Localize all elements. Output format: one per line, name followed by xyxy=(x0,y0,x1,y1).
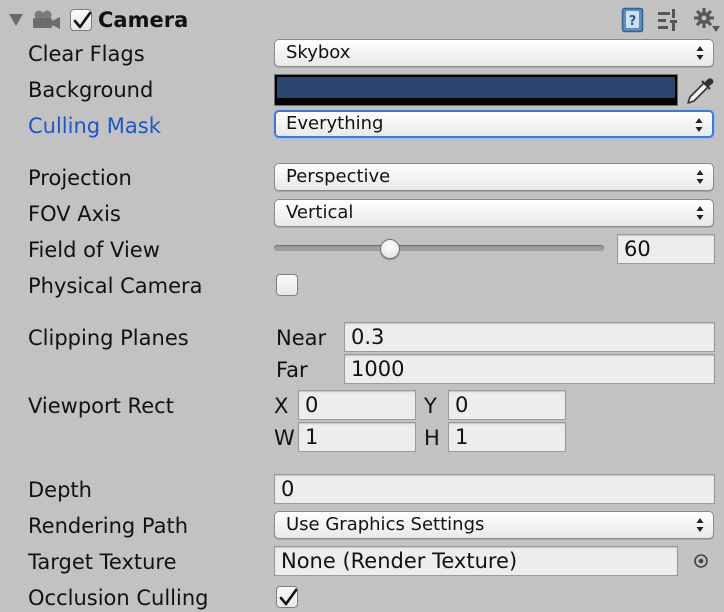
depth-input[interactable]: 0 xyxy=(274,474,715,504)
dropdown-arrows-icon xyxy=(696,206,704,220)
rendering-path-dropdown[interactable]: Use Graphics Settings xyxy=(274,511,714,539)
help-book-icon[interactable]: ? xyxy=(621,7,645,33)
viewport-y-value: 0 xyxy=(455,393,469,417)
target-texture-value: None (Render Texture) xyxy=(281,549,518,573)
background-color-field[interactable] xyxy=(274,74,678,106)
background-color-swatch xyxy=(277,77,675,98)
culling-mask-label: Culling Mask xyxy=(28,114,161,138)
viewport-rect-label: Viewport Rect xyxy=(28,394,174,418)
viewport-y-label: Y xyxy=(424,394,437,418)
far-clip-input[interactable]: 1000 xyxy=(344,354,715,384)
viewport-h-label: H xyxy=(424,426,440,450)
far-clip-value: 1000 xyxy=(351,357,405,381)
component-title: Camera xyxy=(98,8,189,32)
depth-label: Depth xyxy=(28,478,92,502)
fov-axis-label: FOV Axis xyxy=(28,202,121,226)
projection-label: Projection xyxy=(28,166,132,190)
fov-axis-value: Vertical xyxy=(286,202,354,223)
fov-axis-dropdown[interactable]: Vertical xyxy=(274,199,714,227)
svg-text:?: ? xyxy=(629,14,637,29)
clear-flags-value: Skybox xyxy=(286,42,351,63)
field-of-view-slider-track[interactable] xyxy=(274,245,604,251)
viewport-w-label: W xyxy=(274,426,295,450)
culling-mask-value: Everything xyxy=(286,113,384,134)
clear-flags-label: Clear Flags xyxy=(28,42,145,66)
physical-camera-label: Physical Camera xyxy=(28,274,203,298)
near-clip-value: 0.3 xyxy=(351,325,385,349)
physical-camera-checkbox[interactable] xyxy=(276,274,298,296)
viewport-w-input[interactable]: 1 xyxy=(298,422,416,452)
rendering-path-value: Use Graphics Settings xyxy=(286,514,485,535)
viewport-y-input[interactable]: 0 xyxy=(448,390,566,420)
checkmark-icon xyxy=(73,11,92,29)
far-label: Far xyxy=(276,358,308,382)
settings-gear-icon[interactable] xyxy=(693,7,721,33)
dropdown-arrows-icon xyxy=(696,518,704,532)
foldout-arrow-icon[interactable] xyxy=(8,12,24,28)
target-texture-label: Target Texture xyxy=(28,550,177,574)
object-picker-icon[interactable] xyxy=(693,553,709,569)
field-of-view-label: Field of View xyxy=(28,238,160,262)
field-of-view-slider-thumb[interactable] xyxy=(379,239,400,259)
near-clip-input[interactable]: 0.3 xyxy=(344,322,715,352)
culling-mask-dropdown[interactable]: Everything xyxy=(274,110,714,138)
viewport-x-input[interactable]: 0 xyxy=(298,390,416,420)
projection-value: Perspective xyxy=(286,166,391,187)
occlusion-culling-checkbox[interactable] xyxy=(276,586,298,608)
viewport-h-input[interactable]: 1 xyxy=(448,422,566,452)
preset-sliders-icon[interactable] xyxy=(656,8,682,32)
projection-dropdown[interactable]: Perspective xyxy=(274,163,714,191)
dropdown-arrows-icon xyxy=(696,170,704,184)
viewport-w-value: 1 xyxy=(305,425,319,449)
clipping-planes-label: Clipping Planes xyxy=(28,326,189,350)
rendering-path-label: Rendering Path xyxy=(28,514,189,538)
viewport-x-value: 0 xyxy=(305,393,319,417)
depth-value: 0 xyxy=(281,477,295,501)
eyedropper-icon[interactable] xyxy=(684,75,716,107)
near-label: Near xyxy=(276,326,327,350)
occlusion-culling-label: Occlusion Culling xyxy=(28,586,209,610)
background-label: Background xyxy=(28,78,154,102)
viewport-h-value: 1 xyxy=(455,425,469,449)
dropdown-arrows-icon xyxy=(696,46,704,60)
viewport-x-label: X xyxy=(274,394,289,418)
clear-flags-dropdown[interactable]: Skybox xyxy=(274,39,714,67)
target-texture-field[interactable]: None (Render Texture) xyxy=(274,546,678,576)
field-of-view-value: 60 xyxy=(624,237,651,261)
field-of-view-input[interactable]: 60 xyxy=(617,234,715,264)
component-enabled-checkbox[interactable] xyxy=(70,9,92,31)
checkmark-icon xyxy=(279,588,298,606)
dropdown-arrows-icon xyxy=(695,118,703,132)
camera-icon xyxy=(33,10,60,29)
